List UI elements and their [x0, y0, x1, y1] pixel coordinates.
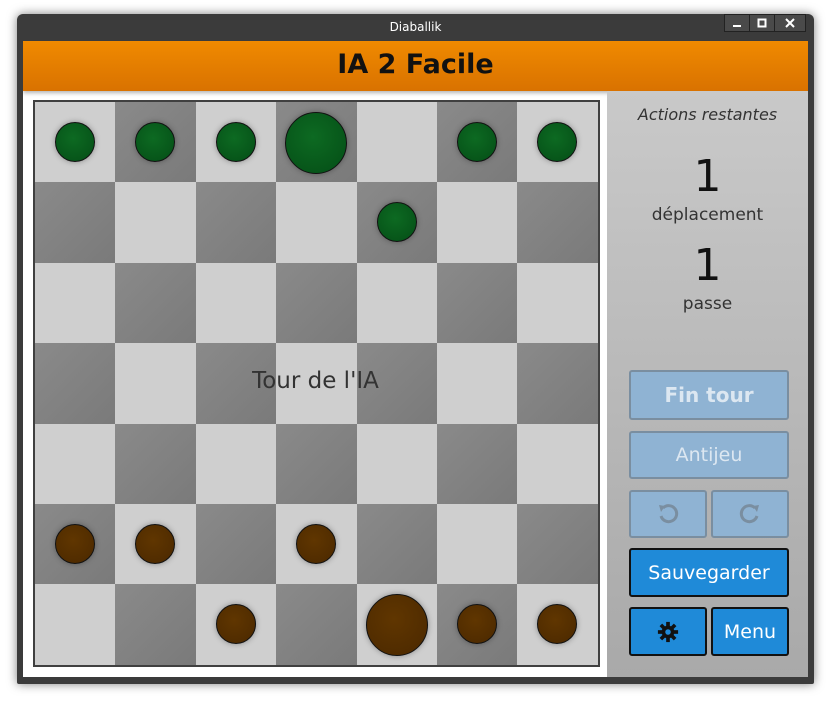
green-piece[interactable]: [456, 122, 497, 162]
board-cell[interactable]: [35, 584, 116, 665]
board-cell[interactable]: [115, 503, 196, 585]
board-cell[interactable]: [356, 343, 437, 424]
board-cell[interactable]: [276, 423, 357, 504]
board-cell[interactable]: [356, 584, 437, 665]
board-cell[interactable]: [35, 102, 116, 183]
title-bar[interactable]: Diaballik: [17, 14, 814, 41]
board-cell[interactable]: [517, 182, 598, 263]
minimize-icon: [733, 25, 741, 27]
antigame-label: Antijeu: [675, 444, 743, 466]
brown-piece[interactable]: [135, 523, 176, 564]
green-piece[interactable]: [135, 122, 176, 162]
board-cell[interactable]: [436, 584, 518, 665]
board-cell[interactable]: [115, 182, 196, 263]
brown-piece[interactable]: [215, 604, 256, 645]
antigame-button[interactable]: Antijeu: [629, 431, 789, 479]
board-cell[interactable]: [115, 343, 196, 424]
board-cell[interactable]: [517, 503, 598, 585]
app-content: IA 2 Facile Tour de l'IA Actions restant…: [23, 41, 808, 677]
save-button[interactable]: Sauvegarder: [629, 548, 789, 597]
green-piece[interactable]: [215, 122, 256, 162]
redo-icon: [739, 504, 759, 524]
board-cell[interactable]: [35, 503, 116, 585]
green-piece[interactable]: [55, 122, 95, 162]
redo-button[interactable]: [711, 490, 789, 538]
settings-button[interactable]: [629, 607, 707, 656]
end-turn-label: Fin tour: [664, 383, 754, 407]
board-cell[interactable]: [517, 423, 598, 504]
board-cell[interactable]: [195, 182, 277, 263]
passes-count: 1: [693, 240, 722, 291]
board-cell[interactable]: [276, 102, 357, 183]
board-cell[interactable]: [276, 262, 357, 344]
minimize-button[interactable]: [724, 14, 750, 32]
board-cell[interactable]: [35, 182, 116, 263]
maximize-icon: [757, 18, 767, 28]
board-cell[interactable]: [195, 503, 277, 585]
board-cell[interactable]: [195, 102, 277, 183]
save-label: Sauvegarder: [648, 561, 770, 584]
board-cell[interactable]: [276, 343, 357, 424]
window-title: Diaballik: [389, 20, 442, 34]
moves-count: 1: [693, 151, 722, 202]
board-cell[interactable]: [356, 102, 437, 183]
green-piece[interactable]: [537, 122, 578, 162]
board-cell[interactable]: [517, 343, 598, 424]
undo-button[interactable]: [629, 490, 707, 538]
game-title: IA 2 Facile: [337, 49, 494, 80]
brown-piece[interactable]: [537, 604, 578, 645]
board-cell[interactable]: [436, 182, 518, 263]
board-cell[interactable]: [436, 343, 518, 424]
board-cell[interactable]: [195, 343, 277, 424]
game-board[interactable]: [33, 100, 600, 667]
board-cell[interactable]: [115, 423, 196, 504]
board-cell[interactable]: [276, 584, 357, 665]
board-cell[interactable]: [35, 262, 116, 344]
board-cell[interactable]: [436, 262, 518, 344]
board-cell[interactable]: [356, 182, 437, 263]
close-icon: [785, 18, 795, 28]
board-cell[interactable]: [356, 503, 437, 585]
brown-piece[interactable]: [296, 523, 337, 564]
green-piece-with-ball[interactable]: [285, 112, 348, 174]
board-cell[interactable]: [115, 584, 196, 665]
board-cell[interactable]: [356, 262, 437, 344]
board-cell[interactable]: [115, 102, 196, 183]
board-cell[interactable]: [276, 182, 357, 263]
side-panel: Actions restantes 1 déplacement 1 passe …: [607, 91, 808, 677]
board-cell[interactable]: [517, 102, 598, 183]
actions-title: Actions restantes: [637, 105, 778, 124]
brown-piece[interactable]: [456, 604, 497, 645]
window-controls: [724, 14, 806, 32]
undo-icon: [659, 504, 679, 524]
board-cell[interactable]: [195, 262, 277, 344]
close-button[interactable]: [774, 14, 806, 32]
moves-label: déplacement: [651, 205, 764, 225]
passes-label: passe: [682, 294, 733, 314]
board-cell[interactable]: [195, 584, 277, 665]
board-cell[interactable]: [436, 102, 518, 183]
green-piece[interactable]: [376, 202, 417, 243]
brown-piece-with-ball[interactable]: [365, 594, 428, 657]
board-cell[interactable]: [436, 423, 518, 504]
board-cell[interactable]: [517, 584, 598, 665]
brown-piece[interactable]: [55, 523, 95, 564]
menu-label: Menu: [723, 620, 777, 643]
end-turn-button[interactable]: Fin tour: [629, 370, 789, 420]
board-cell[interactable]: [35, 423, 116, 504]
board-cell[interactable]: [195, 423, 277, 504]
board-cell[interactable]: [115, 262, 196, 344]
board-cell[interactable]: [436, 503, 518, 585]
board-cell[interactable]: [276, 503, 357, 585]
board-cell[interactable]: [35, 343, 116, 424]
header-bar: IA 2 Facile: [23, 41, 808, 91]
maximize-button[interactable]: [749, 14, 775, 32]
board-cell[interactable]: [517, 262, 598, 344]
menu-button[interactable]: Menu: [711, 607, 789, 656]
board-cell[interactable]: [356, 423, 437, 504]
app-window: Diaballik IA 2 Facile Tour de l'IA Actio…: [17, 14, 814, 684]
gear-icon: [657, 621, 679, 642]
